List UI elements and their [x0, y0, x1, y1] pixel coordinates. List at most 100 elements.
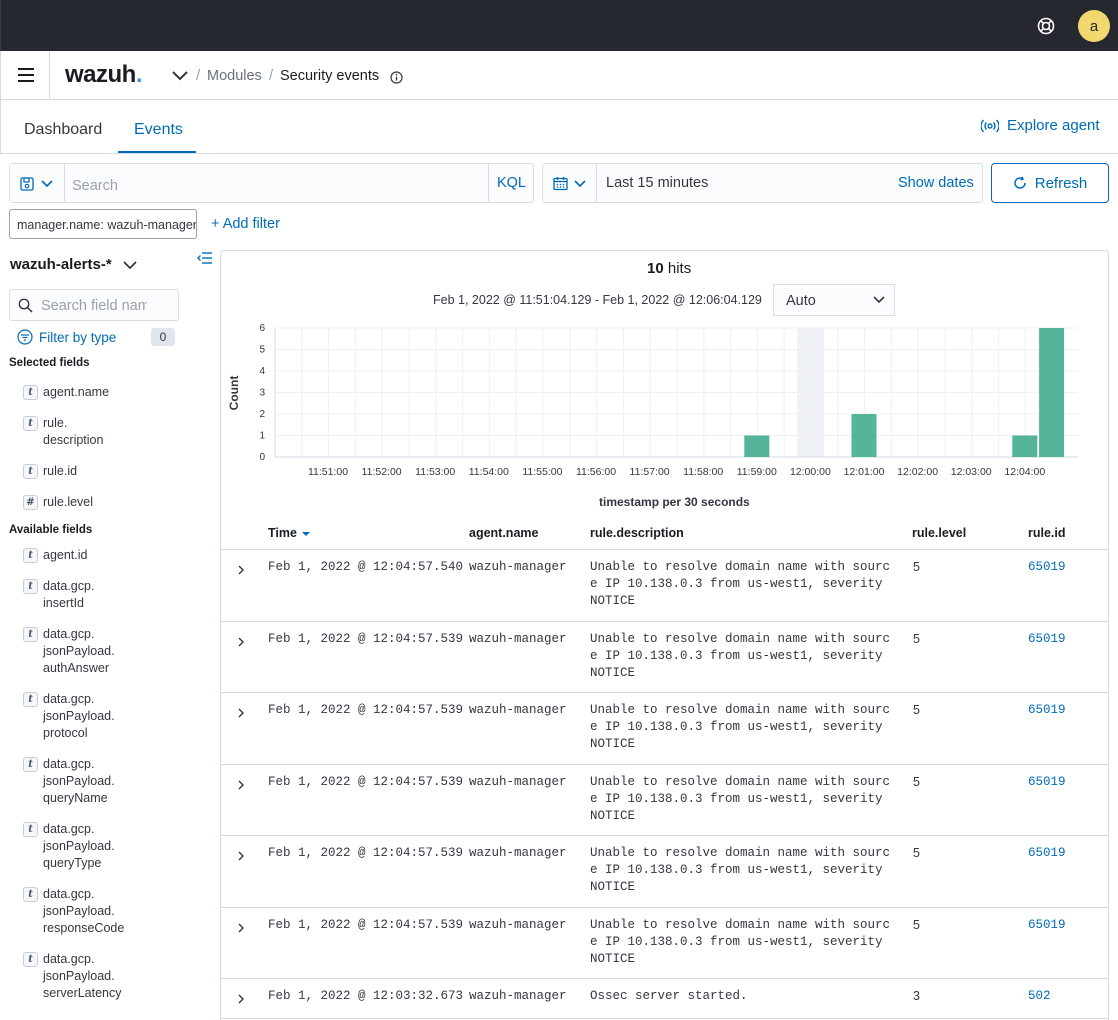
field-name[interactable]: data.gcp. jsonPayload. serverLatency	[43, 951, 122, 1002]
field-item[interactable]: t	[23, 822, 38, 837]
chevron-down-icon	[574, 180, 586, 188]
kql-toggle[interactable]: KQL	[488, 164, 534, 202]
column-header-rule-description[interactable]: rule.description	[590, 526, 684, 540]
column-header-rule-level[interactable]: rule.level	[912, 526, 966, 540]
filter-pill[interactable]: manager.name: wazuh-manager	[9, 209, 197, 239]
table-row[interactable]: Feb 1, 2022 @ 12:04:57.539 wazuh-manager U…	[220, 765, 1109, 836]
field-name[interactable]: rule. description	[43, 415, 103, 449]
refresh-button[interactable]: Refresh	[991, 163, 1109, 203]
explore-agent-button[interactable]: Explore agent	[981, 117, 1100, 134]
index-pattern-selector[interactable]: wazuh-alerts-*	[10, 256, 112, 273]
cell-rule-description: Unable to resolve domain name with sourc…	[590, 631, 891, 680]
cell-rule-level: 5	[913, 560, 920, 574]
table-row[interactable]: Feb 1, 2022 @ 12:03:32.673 wazuh-manager O…	[220, 979, 1109, 1019]
expand-row-icon[interactable]	[236, 922, 246, 934]
column-header-agent-name[interactable]: agent.name	[469, 526, 538, 540]
field-name[interactable]: rule.id	[43, 463, 77, 480]
field-item[interactable]: t	[23, 757, 38, 772]
string-type-icon: t	[23, 757, 38, 772]
field-search-input[interactable]: Search field names	[41, 298, 147, 314]
filter-icon	[17, 329, 33, 345]
cell-rule-id-link[interactable]: 502	[1028, 988, 1051, 1005]
field-name[interactable]: data.gcp. jsonPayload. queryName	[43, 756, 115, 807]
wazuh-logo[interactable]: wazuh.	[65, 61, 143, 89]
expand-row-icon[interactable]	[236, 850, 246, 862]
expand-row-icon[interactable]	[236, 993, 246, 1005]
info-icon[interactable]	[390, 71, 403, 84]
x-tick-label: 11:52:00	[362, 466, 402, 478]
column-header-rule-id[interactable]: rule.id	[1028, 526, 1066, 540]
tab-dashboard[interactable]: Dashboard	[24, 121, 102, 139]
time-range-value[interactable]: Last 15 minutes	[606, 175, 708, 191]
x-tick-label: 12:00:00	[790, 466, 831, 478]
tab-events[interactable]: Events	[134, 121, 183, 139]
cell-agent-name: wazuh-manager	[469, 560, 567, 574]
query-bar: Search KQL	[9, 163, 534, 203]
chevron-down-icon[interactable]	[123, 260, 137, 270]
cell-rule-level: 5	[913, 703, 920, 717]
string-type-icon: t	[23, 887, 38, 902]
cell-time: Feb 1, 2022 @ 12:03:32.673	[268, 989, 464, 1003]
field-item[interactable]: t	[23, 692, 38, 707]
chevron-down-icon[interactable]	[171, 69, 189, 81]
number-type-icon: #	[23, 495, 38, 510]
filter-by-type-button[interactable]: Filter by type	[17, 329, 116, 345]
field-item[interactable]: t	[23, 464, 38, 479]
y-tick-label: 5	[259, 345, 265, 356]
cell-rule-id-link[interactable]: 65019	[1028, 631, 1066, 648]
breadcrumb-modules[interactable]: Modules	[207, 68, 262, 84]
field-item[interactable]: t	[23, 385, 38, 400]
field-item[interactable]: t	[23, 887, 38, 902]
table-row[interactable]: Feb 1, 2022 @ 12:04:57.539 wazuh-manager U…	[220, 908, 1109, 979]
cell-rule-id-link[interactable]: 65019	[1028, 774, 1066, 791]
field-name[interactable]: data.gcp. jsonPayload. protocol	[43, 691, 115, 742]
cell-rule-id-link[interactable]: 65019	[1028, 702, 1066, 719]
show-dates-link[interactable]: Show dates	[898, 175, 974, 191]
search-input[interactable]: Search	[72, 178, 118, 194]
cell-rule-id-link[interactable]: 65019	[1028, 559, 1066, 576]
refresh-icon	[1013, 176, 1026, 189]
field-name[interactable]: data.gcp. jsonPayload. responseCode	[43, 886, 124, 937]
field-item[interactable]: t	[23, 548, 38, 563]
help-icon[interactable]	[1036, 16, 1056, 36]
table-row[interactable]: Feb 1, 2022 @ 12:04:57.539 wazuh-manager U…	[220, 836, 1109, 908]
field-item[interactable]: #	[23, 495, 38, 510]
x-tick-label: 11:55:00	[522, 466, 562, 478]
field-item[interactable]: t	[23, 579, 38, 594]
cell-rule-id-link[interactable]: 65019	[1028, 845, 1066, 862]
cell-time: Feb 1, 2022 @ 12:04:57.539	[268, 774, 464, 789]
x-tick-label: 11:59:00	[737, 466, 777, 478]
histogram-bar	[1012, 435, 1038, 457]
expand-row-icon[interactable]	[236, 564, 246, 576]
cell-agent-name: wazuh-manager	[469, 774, 567, 789]
table-row[interactable]: Feb 1, 2022 @ 12:04:57.540 wazuh-manager U…	[220, 550, 1109, 622]
field-name[interactable]: rule.level	[43, 494, 93, 511]
user-avatar[interactable]: a	[1078, 10, 1110, 42]
field-item[interactable]: t	[23, 627, 38, 642]
cell-rule-id-link[interactable]: 65019	[1028, 917, 1066, 934]
cell-rule-level: 5	[913, 774, 920, 789]
collapse-sidebar-icon[interactable]	[197, 251, 213, 265]
table-row[interactable]: Feb 1, 2022 @ 12:04:57.539 wazuh-manager U…	[220, 693, 1109, 765]
saved-query-button[interactable]	[10, 164, 65, 202]
histogram-bar	[1039, 328, 1065, 457]
x-tick-label: 11:56:00	[576, 466, 616, 478]
expand-row-icon[interactable]	[236, 707, 246, 719]
field-name[interactable]: agent.id	[43, 547, 87, 564]
table-row[interactable]: Feb 1, 2022 @ 12:04:57.539 wazuh-manager U…	[220, 622, 1109, 693]
field-item[interactable]: t	[23, 952, 38, 967]
string-type-icon: t	[23, 579, 38, 594]
field-name[interactable]: data.gcp. jsonPayload. authAnswer	[43, 626, 115, 677]
field-name[interactable]: agent.name	[43, 384, 109, 401]
field-item[interactable]: t	[23, 416, 38, 431]
x-tick-label: 11:53:00	[415, 466, 455, 478]
column-header-time[interactable]: Time	[268, 526, 311, 540]
expand-row-icon[interactable]	[236, 636, 246, 648]
expand-row-icon[interactable]	[236, 779, 246, 791]
menu-icon[interactable]	[18, 68, 34, 82]
field-name[interactable]: data.gcp. insertId	[43, 578, 94, 612]
field-name[interactable]: data.gcp. jsonPayload. queryType	[43, 821, 115, 872]
add-filter-button[interactable]: + Add filter	[211, 216, 280, 232]
cell-agent-name: wazuh-manager	[469, 846, 567, 860]
quick-select-button[interactable]	[543, 164, 597, 202]
